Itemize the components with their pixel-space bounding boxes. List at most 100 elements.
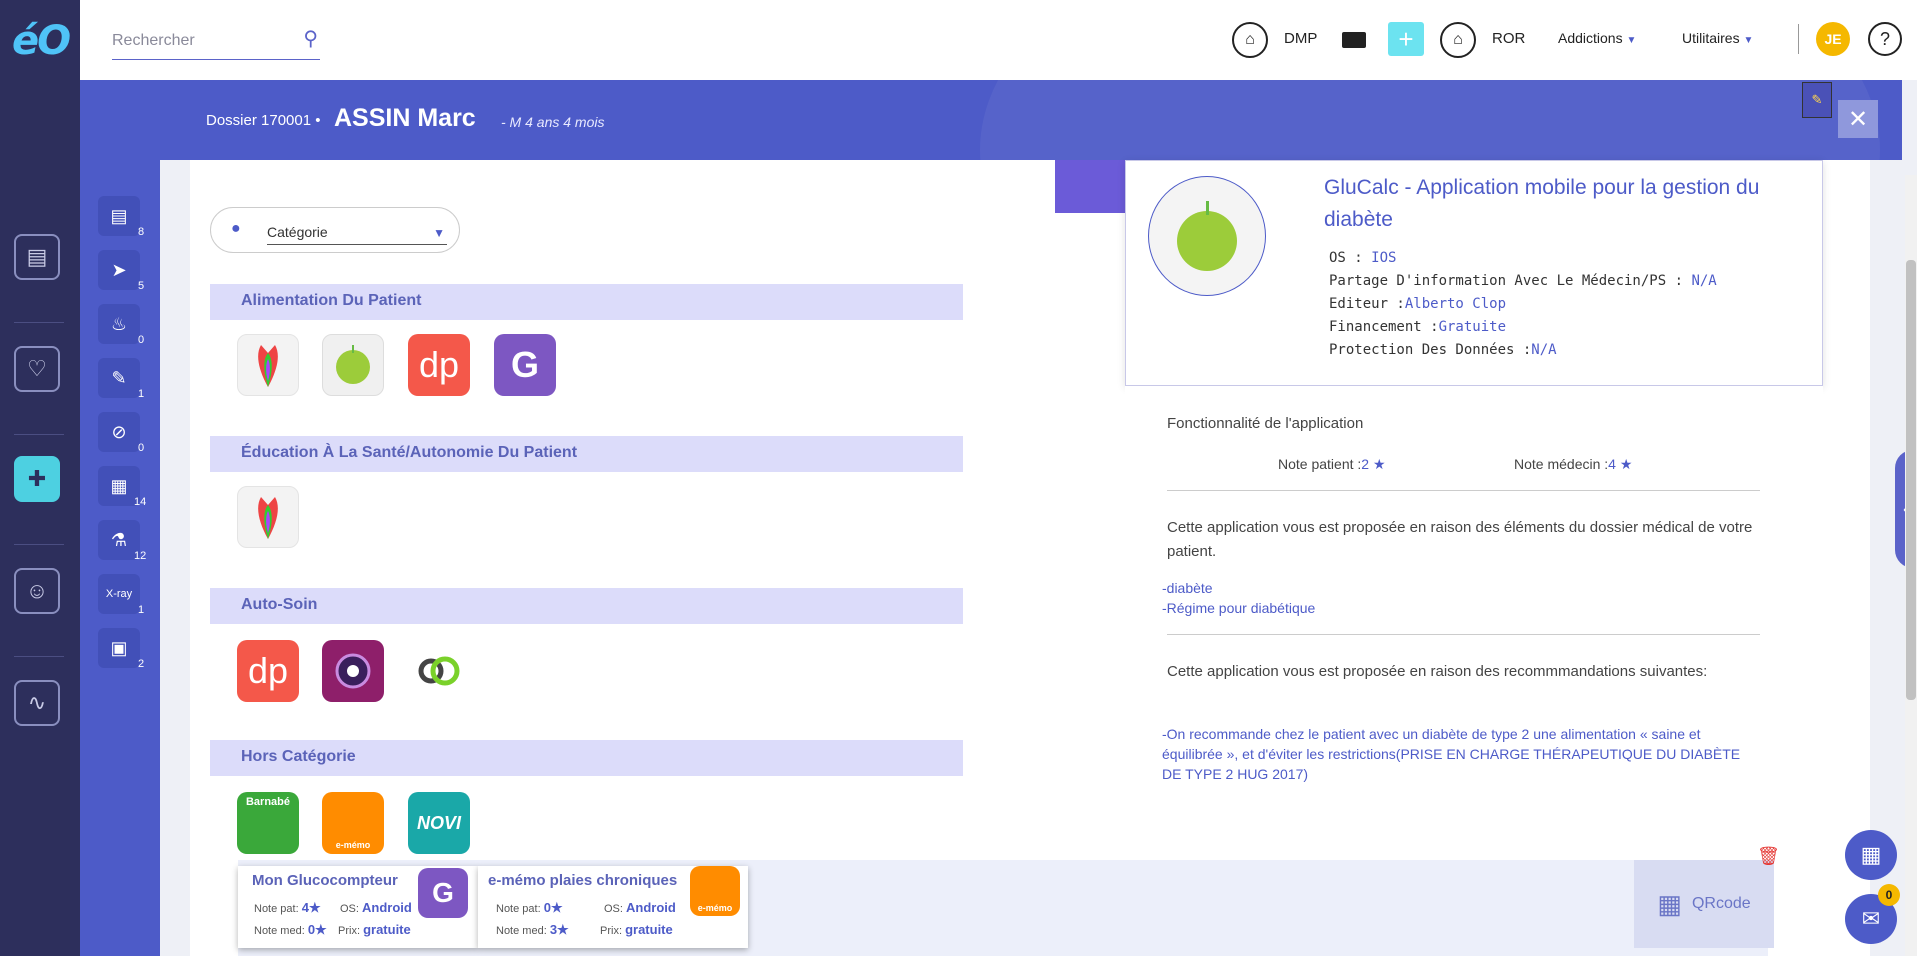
divider — [1167, 634, 1760, 635]
home-icon[interactable]: ⌂ — [1232, 22, 1268, 58]
add-button[interactable]: + — [1388, 22, 1424, 56]
note-pat: Note pat: 0★ — [496, 900, 563, 916]
ror-link[interactable]: ROR — [1492, 30, 1525, 47]
app-icon-meditation[interactable] — [322, 640, 384, 702]
star-icon: ★ — [550, 900, 563, 915]
dossier-number: Dossier 170001 • — [206, 112, 321, 129]
clipboard-icon[interactable]: ▣ — [98, 628, 140, 668]
avatar[interactable]: JE — [1816, 22, 1850, 56]
app-icon-dp[interactable]: dp — [237, 640, 299, 702]
app-icon-dp[interactable]: dp — [408, 334, 470, 396]
calendar-icon: ▦ — [1860, 842, 1882, 867]
search-icon[interactable]: ⚲ — [303, 26, 318, 51]
notes-icon[interactable]: ✎ — [1802, 82, 1832, 118]
editor-value: Alberto Clop — [1404, 296, 1507, 312]
syringe-icon[interactable]: ✎ — [98, 358, 140, 398]
os-label: OS : — [1329, 250, 1372, 266]
medical-bag-nav-icon[interactable]: ✚ — [14, 456, 60, 502]
functionality-label: Fonctionnalité de l'application — [1167, 415, 1364, 432]
category-header-hors-categorie: Hors Catégorie — [210, 740, 963, 776]
search-input[interactable]: Rechercher ⚲ — [112, 24, 320, 60]
xray-icon[interactable]: X-ray — [98, 574, 140, 614]
patient-rating: Note patient :2 ★ — [1278, 452, 1386, 476]
images-count: 14 — [134, 496, 147, 508]
note-pat-label: Note pat: — [254, 903, 299, 915]
app-icon-rings[interactable] — [408, 640, 470, 702]
paper-plane-count: 5 — [138, 280, 145, 292]
tray-os: OS: Android — [604, 900, 676, 915]
divider — [1167, 490, 1760, 491]
clipboard-count: 2 — [138, 658, 145, 670]
note-pat-label: Note pat: — [496, 903, 541, 915]
doctor-rating-label: Note médecin : — [1514, 456, 1609, 472]
app-icon-g[interactable]: G — [494, 334, 556, 396]
privacy-value: N/A — [1531, 342, 1557, 358]
paper-plane-icon[interactable]: ➤ — [98, 250, 140, 290]
tray-price: Prix: gratuite — [600, 922, 673, 937]
app-privacy: Protection Des Données :N/A — [1329, 342, 1557, 358]
patient-rating-value: 2 — [1361, 456, 1370, 472]
editor-label: Editeur : — [1329, 296, 1405, 312]
os-value: IOS — [1371, 250, 1397, 266]
person-icon: ● — [231, 220, 241, 237]
record-item: -diabète — [1162, 580, 1213, 596]
pill-icon[interactable]: ⊘ — [98, 412, 140, 452]
app-editor: Editeur :Alberto Clop — [1329, 296, 1506, 312]
heart-monitor-nav-icon[interactable]: ♡ — [14, 346, 60, 392]
os-value: Android — [626, 900, 676, 915]
card-reader-icon[interactable] — [1342, 32, 1366, 48]
doctor-rating: Note médecin :4 ★ — [1514, 452, 1632, 476]
addictions-label: Addictions — [1558, 30, 1623, 46]
app-logo[interactable]: éO — [12, 18, 71, 64]
detail-tab-accent — [1055, 160, 1125, 213]
app-os: OS : IOS — [1329, 250, 1396, 266]
star-icon: ★ — [315, 922, 327, 937]
close-button[interactable]: ✕ — [1838, 100, 1878, 138]
top-bar — [80, 0, 1917, 80]
nav-divider — [14, 656, 64, 657]
topbar-divider — [1798, 24, 1799, 54]
building-icon[interactable]: ⌂ — [1440, 22, 1476, 58]
app-icon-glucalc[interactable] — [322, 334, 384, 396]
star-icon: ★ — [308, 900, 321, 915]
microscope-count: 12 — [134, 550, 147, 562]
app-icon-ememo[interactable]: e-mémo — [322, 792, 384, 854]
recommendation-item: -On recommande chez le patient avec un d… — [1162, 726, 1741, 782]
utilitaires-label: Utilitaires — [1682, 30, 1740, 46]
app-sharing: Partage D'information Avec Le Médecin/PS… — [1329, 273, 1717, 289]
dmp-link[interactable]: DMP — [1284, 30, 1317, 47]
head-nav-icon[interactable]: ☺ — [14, 568, 60, 614]
app-icon-diet[interactable] — [237, 486, 299, 548]
utilitaires-menu[interactable]: Utilitaires ▼ — [1682, 30, 1753, 46]
chevron-down-icon: ▼ — [1626, 35, 1637, 46]
share-value: N/A — [1691, 273, 1717, 289]
scrollbar-thumb[interactable] — [1906, 260, 1916, 700]
calendar-button[interactable]: ▦ — [1845, 830, 1897, 880]
app-icon-diet[interactable] — [237, 334, 299, 396]
note-med-label: Note med: — [496, 925, 547, 937]
tray-card[interactable]: e-mémo plaies chroniques Note pat: 0★ No… — [478, 866, 748, 948]
nav-divider — [14, 322, 64, 323]
os-value: Android — [362, 900, 412, 915]
note-pat-value: 4 — [301, 900, 309, 915]
note-med-label: Note med: — [254, 925, 305, 937]
glucalc-logo — [1148, 176, 1266, 296]
tray-os: OS: Android — [340, 900, 412, 915]
trash-icon[interactable]: 🗑 — [1757, 846, 1780, 867]
chevron-down-icon: ▼ — [1743, 35, 1754, 46]
qrcode-icon: ▦ — [1657, 888, 1682, 919]
tray-card[interactable]: Mon Glucocompteur Note pat: 4★ Note med:… — [238, 866, 478, 948]
help-button[interactable]: ? — [1868, 22, 1902, 56]
flame-icon[interactable]: ♨ — [98, 304, 140, 344]
star-icon: ★ — [1372, 456, 1386, 472]
pulse-nav-icon[interactable]: ∿ — [14, 680, 60, 726]
app-icon-novi[interactable]: NOVI — [408, 792, 470, 854]
document-icon[interactable]: ▤ — [98, 196, 140, 236]
category-select[interactable]: ● Catégorie ▼ — [210, 207, 460, 253]
doctor-rating-value: 4 — [1608, 456, 1616, 472]
app-icon-barnabe[interactable]: Barnabé — [237, 792, 299, 854]
qrcode-button[interactable]: ▦ QRcode — [1634, 860, 1774, 948]
clipboard-nav-icon[interactable]: ▤ — [14, 234, 60, 280]
record-item: -Régime pour diabétique — [1162, 600, 1316, 616]
addictions-menu[interactable]: Addictions ▼ — [1558, 30, 1636, 46]
